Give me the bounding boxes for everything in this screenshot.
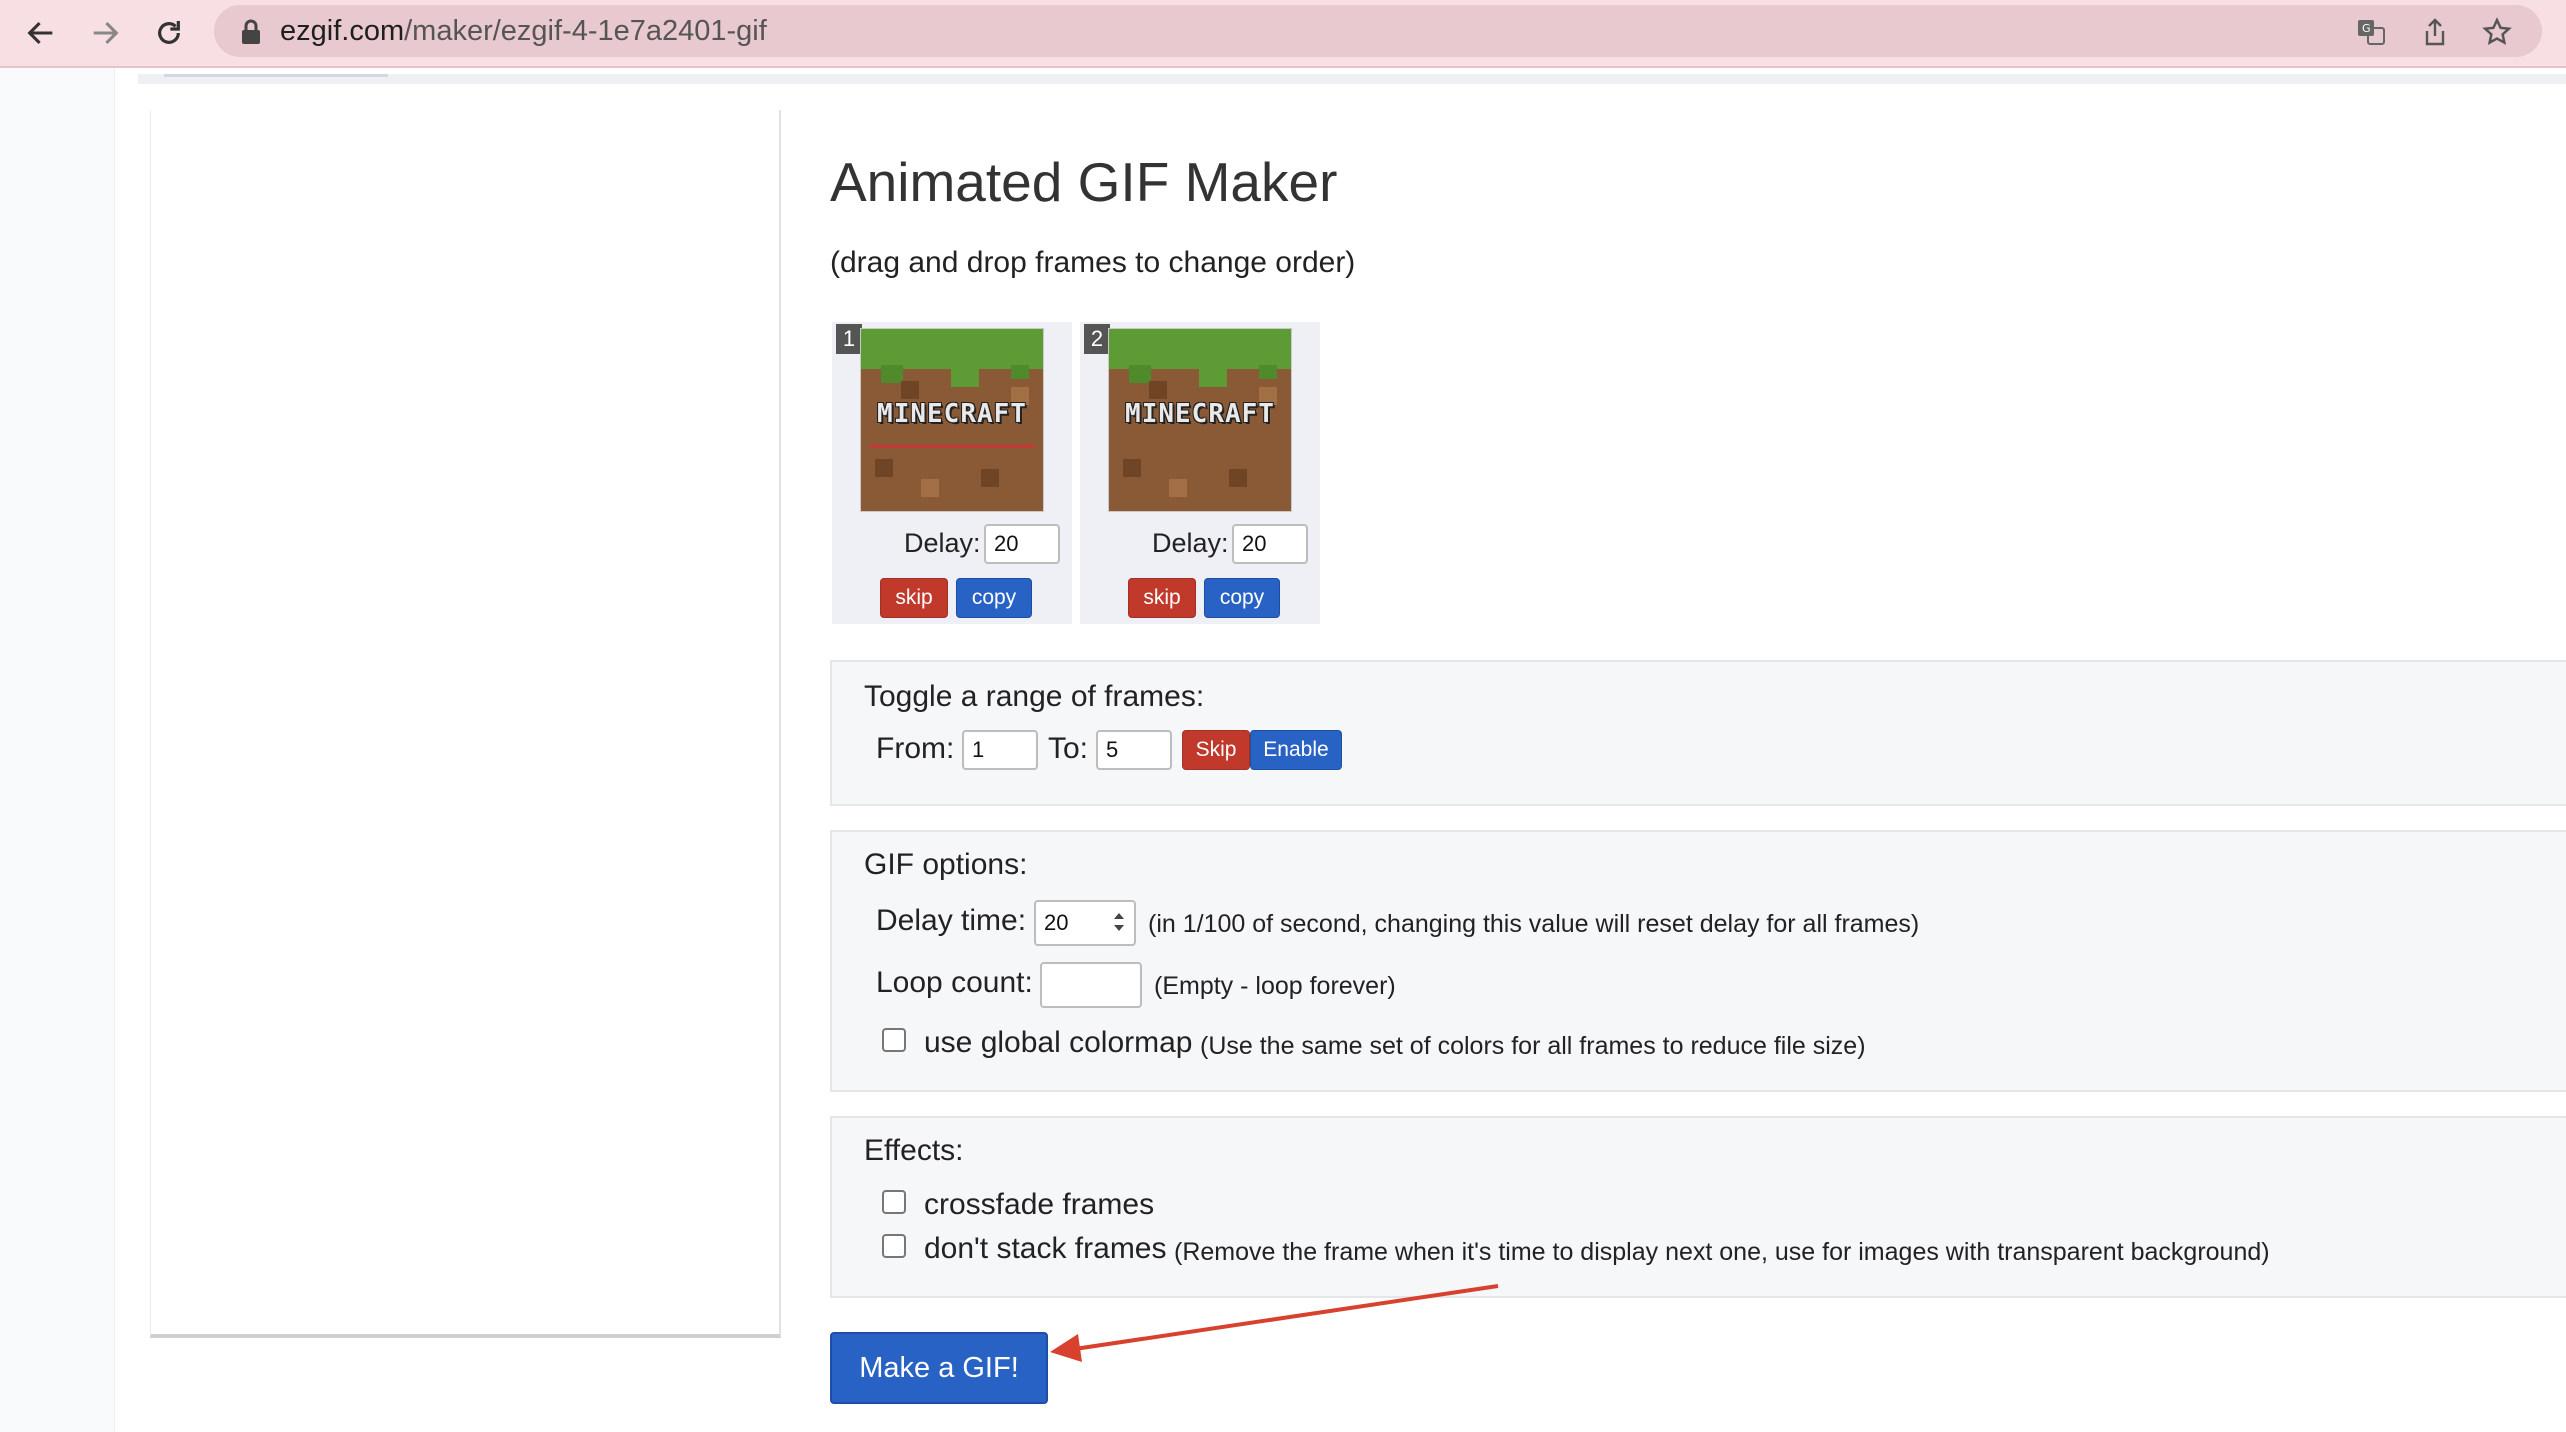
- global-colormap-checkbox[interactable]: [882, 1028, 906, 1052]
- page-title: Animated GIF Maker: [830, 151, 1338, 213]
- frame-delay-label: Delay:: [904, 528, 981, 558]
- top-divider-accent: [164, 74, 388, 77]
- frame-card[interactable]: 2 MINECRAFT Delay: skip copy: [1080, 322, 1320, 624]
- share-icon[interactable]: [2418, 15, 2452, 49]
- spinner-icon[interactable]: [1112, 911, 1126, 933]
- browser-toolbar: ezgif.com/maker/ezgif-4-1e7a2401-gif G: [0, 0, 2566, 68]
- frame-skip-button[interactable]: skip: [1128, 578, 1196, 618]
- toggle-range-section: Toggle a range of frames: From: To: Skip…: [830, 660, 2566, 806]
- dont-stack-checkbox[interactable]: [882, 1234, 906, 1258]
- range-enable-button[interactable]: Enable: [1250, 730, 1342, 770]
- gif-options-title: GIF options:: [864, 848, 1028, 881]
- to-label: To:: [1048, 732, 1089, 765]
- frame-number: 2: [1084, 324, 1110, 354]
- page-subtitle: (drag and drop frames to change order): [830, 246, 1356, 279]
- url-path: /maker/ezgif-4-1e7a2401-gif: [404, 15, 767, 47]
- toggle-range-title: Toggle a range of frames:: [864, 680, 1205, 713]
- frame-card[interactable]: 1 MINECRAFT Delay: skip copy: [832, 322, 1072, 624]
- frame-delay-input[interactable]: [984, 524, 1060, 564]
- crossfade-checkbox[interactable]: [882, 1190, 906, 1214]
- from-label: From:: [876, 732, 955, 765]
- page-left-margin: [0, 68, 115, 1432]
- minecraft-logo: MINECRAFT: [877, 399, 1027, 429]
- reload-icon[interactable]: [144, 8, 194, 58]
- loop-count-hint: (Empty - loop forever): [1154, 972, 1396, 1000]
- frame-thumbnail[interactable]: MINECRAFT: [860, 328, 1044, 512]
- range-from-input[interactable]: [962, 730, 1038, 770]
- range-to-input[interactable]: [1096, 730, 1172, 770]
- frame-thumbnail[interactable]: MINECRAFT: [1108, 328, 1292, 512]
- frame-skip-button[interactable]: skip: [880, 578, 948, 618]
- delay-time-input[interactable]: 20: [1034, 900, 1136, 946]
- sidebar-ad-panel: [150, 110, 781, 1338]
- star-icon[interactable]: [2480, 15, 2514, 49]
- delay-time-label: Delay time:: [876, 904, 1027, 937]
- frame-delay-input[interactable]: [1232, 524, 1308, 564]
- global-colormap-hint: (Use the same set of colors for all fram…: [1200, 1032, 1866, 1060]
- frame-number: 1: [836, 324, 862, 354]
- frame-delay-label: Delay:: [1152, 528, 1229, 558]
- frame-copy-button[interactable]: copy: [956, 578, 1032, 618]
- forward-arrow-icon[interactable]: [80, 8, 130, 58]
- dont-stack-hint: (Remove the frame when it's time to disp…: [1174, 1238, 2270, 1266]
- url-text[interactable]: ezgif.com/maker/ezgif-4-1e7a2401-gif: [280, 15, 767, 48]
- crossfade-label: crossfade frames: [924, 1188, 1155, 1221]
- translate-icon[interactable]: G: [2354, 15, 2388, 49]
- loop-count-label: Loop count:: [876, 966, 1033, 999]
- loop-count-input[interactable]: [1040, 962, 1142, 1008]
- url-host: ezgif.com: [280, 15, 405, 47]
- effects-section: Effects: crossfade frames don't stack fr…: [830, 1116, 2566, 1298]
- range-skip-button[interactable]: Skip: [1182, 730, 1250, 770]
- global-colormap-label: use global colormap: [924, 1026, 1193, 1059]
- address-bar[interactable]: ezgif.com/maker/ezgif-4-1e7a2401-gif G: [214, 5, 2542, 57]
- delay-time-value: 20: [1044, 910, 1069, 935]
- frame-copy-button[interactable]: copy: [1204, 578, 1280, 618]
- lock-icon[interactable]: [234, 15, 268, 49]
- delay-time-hint: (in 1/100 of second, changing this value…: [1148, 910, 1920, 938]
- effects-title: Effects:: [864, 1134, 964, 1167]
- svg-text:G: G: [2362, 22, 2371, 35]
- back-arrow-icon[interactable]: [16, 8, 66, 58]
- gif-options-section: GIF options: Delay time: 20 (in 1/100 of…: [830, 830, 2566, 1092]
- make-gif-button[interactable]: Make a GIF!: [830, 1332, 1048, 1404]
- minecraft-logo: MINECRAFT: [1125, 399, 1275, 429]
- top-divider: [138, 74, 2566, 84]
- dont-stack-label: don't stack frames: [924, 1232, 1167, 1265]
